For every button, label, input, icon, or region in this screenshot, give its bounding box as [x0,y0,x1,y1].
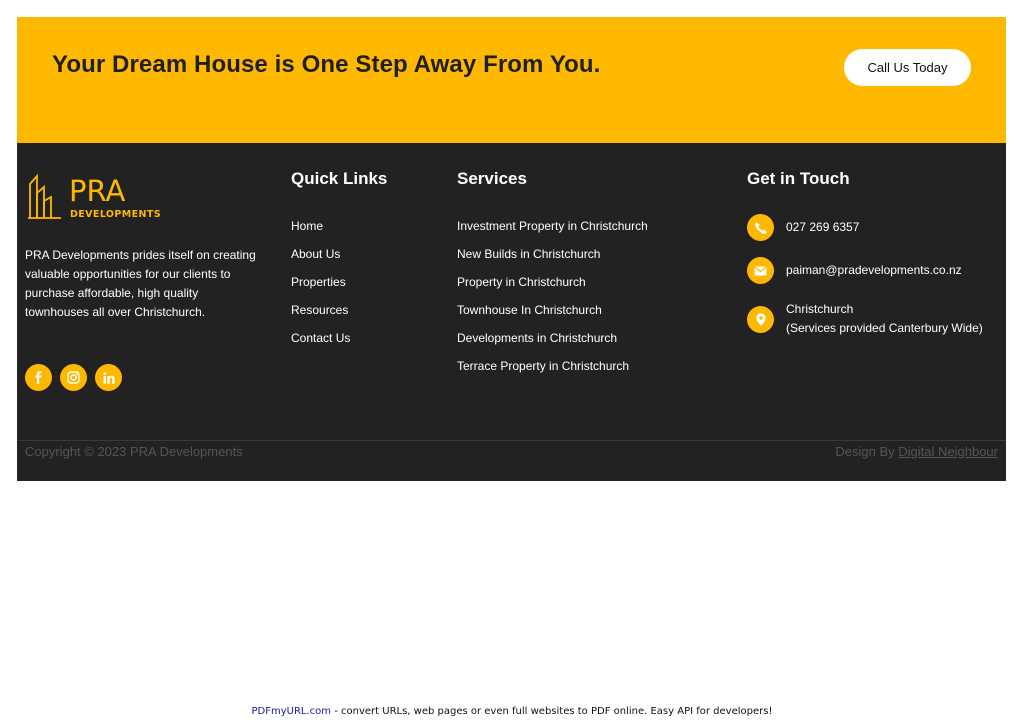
linkedin-icon [102,371,115,384]
phone-icon [747,214,774,241]
contact-email-text: paiman@pradevelopments.co.nz [786,263,962,277]
quick-link-home[interactable]: Home [291,215,350,243]
design-credit-prefix: Design By [835,444,895,459]
contact-email[interactable]: paiman@pradevelopments.co.nz [747,257,962,284]
pdf-banner-link[interactable]: PDFmyURL.com [252,706,332,717]
contact-phone-text: 027 269 6357 [786,220,860,234]
pdf-banner-text: - convert URLs, web pages or even full w… [331,706,773,717]
quick-link-about-us[interactable]: About Us [291,243,350,271]
envelope-icon [747,257,774,284]
quick-link-properties[interactable]: Properties [291,271,350,299]
pdf-banner: PDFmyURL.com - convert URLs, web pages o… [0,706,1024,717]
design-credit: Design By Digital Neighbour [835,444,998,459]
contact-location-note: (Services provided Canterbury Wide) [786,321,983,335]
site-footer: PRA DEVELOPMENTS PRA Developments prides… [17,143,1006,481]
social-links [25,364,122,391]
instagram-link[interactable] [60,364,87,391]
contact-phone[interactable]: 027 269 6357 [747,214,859,241]
service-link-developments[interactable]: Developments in Christchurch [457,327,648,355]
facebook-link[interactable] [25,364,52,391]
service-link-new-builds[interactable]: New Builds in Christchurch [457,243,648,271]
cta-banner: Your Dream House is One Step Away From Y… [17,17,1006,143]
cta-title: Your Dream House is One Step Away From Y… [52,51,601,78]
footer-divider [17,440,1006,441]
services-list: Investment Property in Christchurch New … [457,215,648,383]
linkedin-link[interactable] [95,364,122,391]
quick-links-list: Home About Us Properties Resources Conta… [291,215,350,355]
quick-link-contact-us[interactable]: Contact Us [291,327,350,355]
about-text: PRA Developments prides itself on creati… [25,248,256,319]
quick-link-resources[interactable]: Resources [291,299,350,327]
logo-tagline: DEVELOPMENTS [70,209,161,220]
services-title: Services [457,169,527,188]
design-credit-link[interactable]: Digital Neighbour [898,444,998,459]
service-link-property[interactable]: Property in Christchurch [457,271,648,299]
map-pin-icon [747,305,774,333]
instagram-icon [67,371,80,384]
service-link-townhouse[interactable]: Townhouse In Christchurch [457,299,648,327]
quick-links-title: Quick Links [291,169,388,188]
service-link-investment-property[interactable]: Investment Property in Christchurch [457,215,648,243]
contact-location-text: Christchurch (Services provided Canterbu… [786,300,983,338]
contact-location: Christchurch (Services provided Canterbu… [747,300,983,338]
logo-name: PRA [69,174,125,208]
service-link-terrace-property[interactable]: Terrace Property in Christchurch [457,355,648,383]
facebook-icon [35,371,42,384]
copyright-text: Copyright © 2023 PRA Developments [25,444,243,459]
contact-title: Get in Touch [747,169,850,188]
call-us-button[interactable]: Call Us Today [844,49,971,86]
contact-location-city: Christchurch [786,302,854,316]
pra-logo[interactable]: PRA DEVELOPMENTS [27,171,167,221]
